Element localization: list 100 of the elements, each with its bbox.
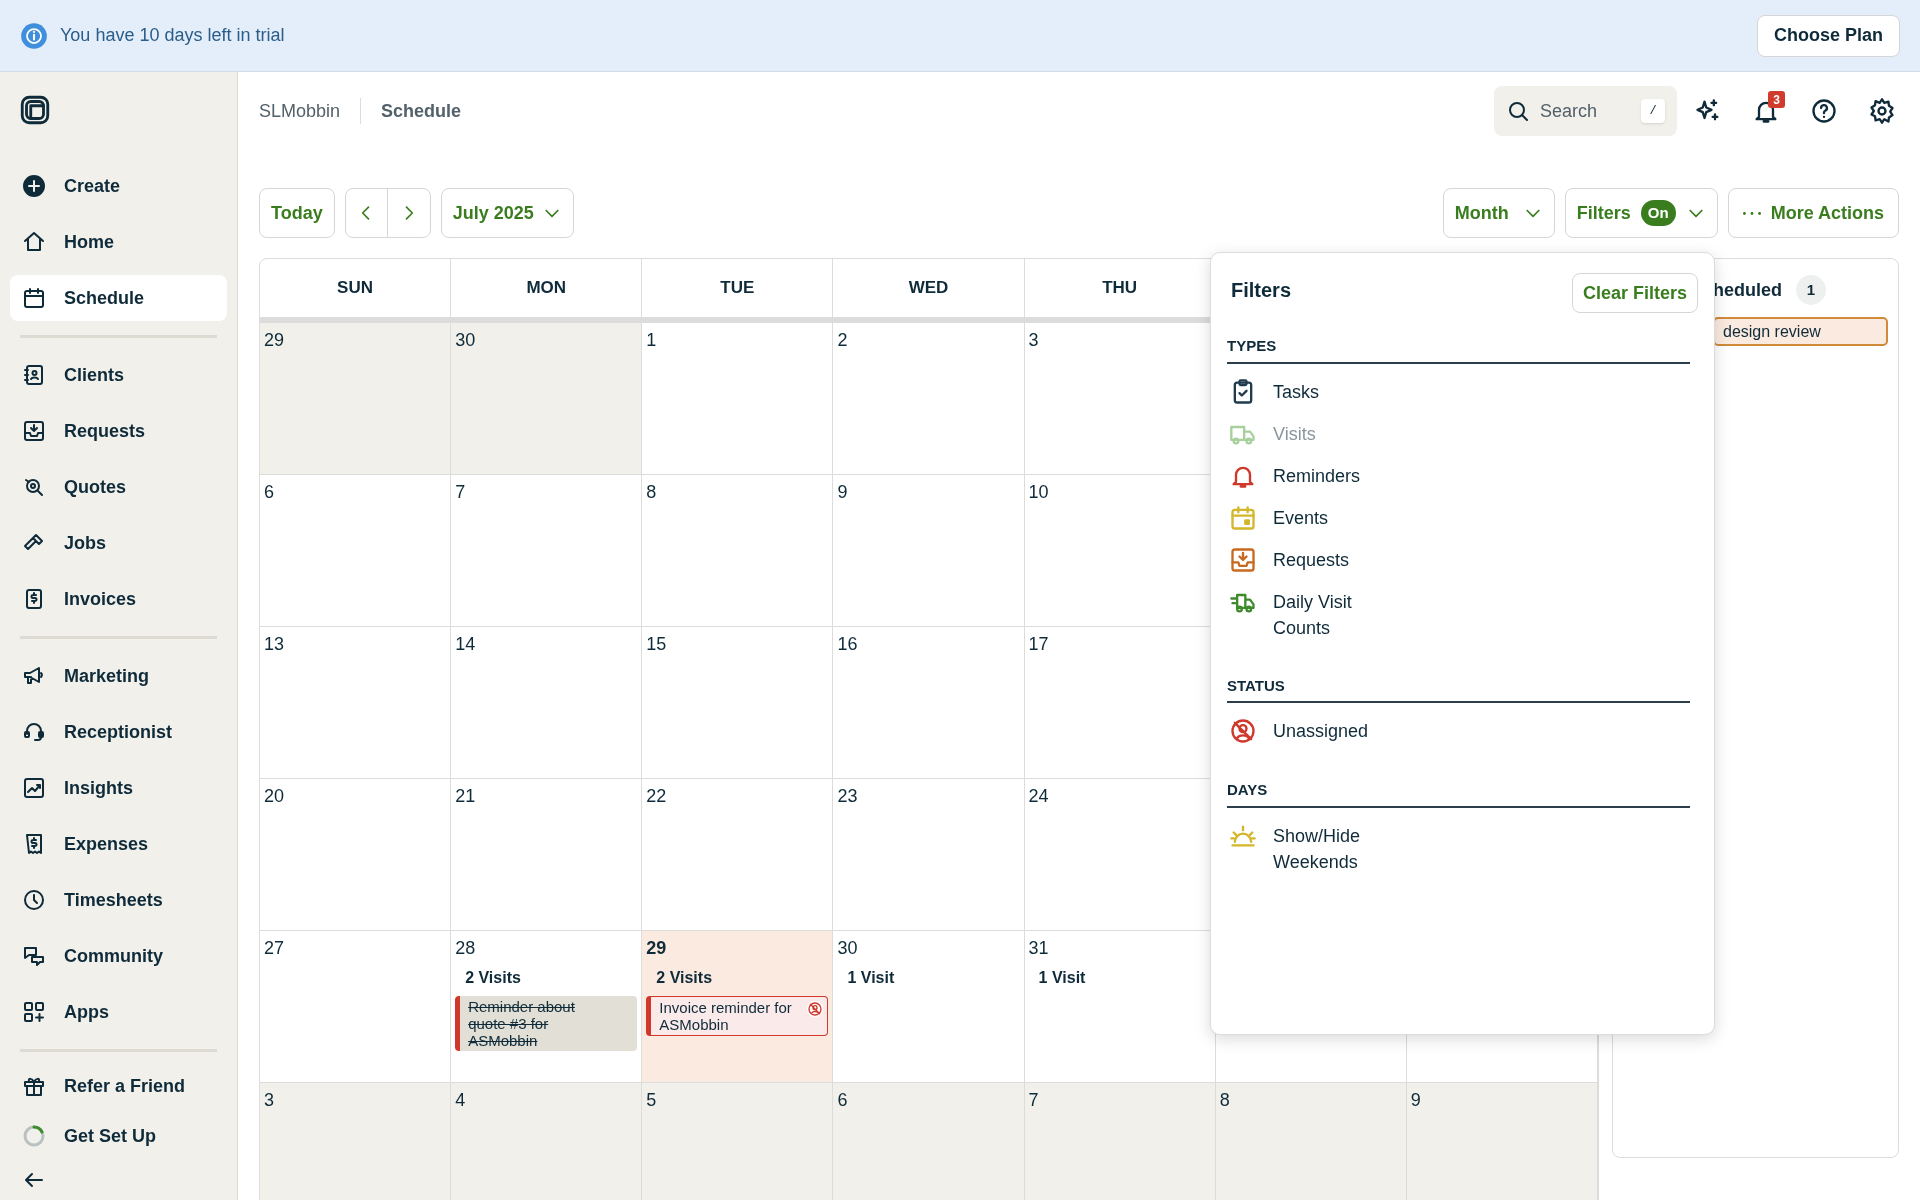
- day-cell[interactable]: 6: [833, 1083, 1025, 1200]
- info-icon: [20, 21, 48, 50]
- view-dropdown[interactable]: Month: [1442, 188, 1555, 238]
- clear-filters-button[interactable]: Clear Filters: [1571, 273, 1698, 313]
- shortcut-key: /: [1641, 99, 1665, 123]
- notification-badge: 3: [1768, 91, 1785, 108]
- sidebar-item[interactable]: Refer a Friend: [10, 1063, 227, 1109]
- sidebar-item[interactable]: Receptionist: [10, 709, 227, 755]
- day-number: 24: [1028, 785, 1050, 808]
- dots-icon: [1742, 210, 1761, 216]
- sidebar-item[interactable]: Home: [10, 219, 227, 265]
- logo-icon: [18, 93, 52, 127]
- day-number: 16: [837, 633, 859, 656]
- filters-on-badge: On: [1640, 200, 1676, 226]
- day-cell[interactable]: 4: [451, 1083, 643, 1200]
- sidebar-item[interactable]: Clients: [10, 352, 227, 398]
- notifications-button[interactable]: 3: [1749, 94, 1783, 128]
- unscheduled-item[interactable]: design review: [1713, 317, 1888, 346]
- calendar-icon: [22, 286, 46, 310]
- day-cell[interactable]: 8: [1215, 1083, 1407, 1200]
- day-number: 29: [264, 329, 286, 352]
- day-number: 1: [646, 329, 658, 352]
- day-number: 7: [455, 481, 467, 504]
- sidebar-item[interactable]: Requests: [10, 408, 227, 454]
- sidebar-item[interactable]: Apps: [10, 989, 227, 1035]
- day-number: 20: [264, 785, 286, 808]
- day-number: 8: [1219, 1089, 1231, 1112]
- day-cell[interactable]: 29: [260, 323, 452, 474]
- day-number: 6: [837, 1089, 849, 1112]
- day-number: 14: [455, 633, 477, 656]
- filter-option[interactable]: Show/Hide Weekends: [1227, 821, 1698, 875]
- weekday-heading: MON: [526, 277, 567, 300]
- visit-count[interactable]: 2 Visits: [465, 966, 638, 990]
- visit-count[interactable]: 2 Visits: [656, 966, 829, 990]
- day-number: 15: [646, 633, 668, 656]
- day-cell[interactable]: 7: [1024, 1083, 1216, 1200]
- day-number: 3: [264, 1089, 275, 1112]
- sidebar-item[interactable]: Schedule: [10, 275, 227, 321]
- sidebar-item[interactable]: Invoices: [10, 576, 227, 622]
- visit-count[interactable]: 1 Visit: [847, 966, 1020, 990]
- day-number: 27: [264, 937, 286, 960]
- day-number: 22: [646, 785, 668, 808]
- home-icon: [22, 230, 46, 254]
- visit-count[interactable]: 1 Visit: [1038, 966, 1211, 990]
- day-number: 29: [646, 937, 668, 960]
- filter-option[interactable]: Requests: [1227, 545, 1698, 574]
- day-number: 2: [837, 329, 849, 352]
- day-number: 6: [264, 481, 275, 504]
- day-number: 7: [1028, 1089, 1040, 1112]
- sidebar-item[interactable]: Get Set Up: [10, 1113, 227, 1159]
- sidebar-item[interactable]: Expenses: [10, 821, 227, 867]
- reminder-event[interactable]: Reminder about quote #3 for ASMobbin: [455, 996, 638, 1051]
- filter-option[interactable]: Daily Visit Counts: [1227, 587, 1698, 641]
- day-number: 9: [837, 481, 849, 504]
- day-number: 9: [1410, 1089, 1422, 1112]
- chat-icon: [22, 944, 46, 968]
- sidebar-item[interactable]: Jobs: [10, 520, 227, 566]
- sidebar-item[interactable]: Create: [10, 163, 227, 209]
- day-number: 3: [1028, 329, 1040, 352]
- today-button[interactable]: Today: [259, 188, 335, 238]
- day-cell[interactable]: 29 2 Visits Invoice reminder for ASMobbin: [642, 931, 834, 1082]
- day-number: 23: [837, 785, 859, 808]
- day-cell[interactable]: 3: [260, 1083, 452, 1200]
- day-number: 31: [1028, 937, 1050, 960]
- weekday-heading: TUE: [720, 277, 755, 300]
- search-icon: [1506, 99, 1530, 123]
- section-heading: STATUS: [1227, 674, 1690, 703]
- filter-option[interactable]: Tasks: [1227, 377, 1698, 406]
- weekday-heading: WED: [908, 277, 949, 300]
- sidebar-item[interactable]: Community: [10, 933, 227, 979]
- contact-card-icon: [22, 363, 46, 387]
- panel-title: heduled: [1713, 278, 1782, 302]
- day-cell[interactable]: 5: [642, 1083, 834, 1200]
- chart-icon: [22, 776, 46, 800]
- day-number: 21: [455, 785, 477, 808]
- sidebar-item[interactable]: Insights: [10, 765, 227, 811]
- day-cell[interactable]: 9: [1406, 1083, 1598, 1200]
- more-actions-button[interactable]: More Actions: [1727, 188, 1899, 238]
- help-icon: [1810, 97, 1838, 125]
- choose-plan-button[interactable]: Choose Plan: [1756, 14, 1900, 57]
- breadcrumb-link[interactable]: SLMobbin: [259, 97, 341, 125]
- clock-icon: [22, 888, 46, 912]
- trial-message: You have 10 days left in trial: [60, 24, 285, 47]
- day-number: 30: [455, 329, 477, 352]
- sidebar-item[interactable]: Quotes: [10, 464, 227, 510]
- sidebar-item[interactable]: Marketing: [10, 653, 227, 699]
- filters-dropdown[interactable]: Filters On: [1564, 188, 1718, 238]
- filter-option[interactable]: Events: [1227, 503, 1698, 532]
- sidebar-item[interactable]: Timesheets: [10, 877, 227, 923]
- month-picker[interactable]: July 2025: [440, 188, 574, 238]
- unassigned-icon: [807, 1001, 824, 1017]
- filter-option[interactable]: Reminders: [1227, 461, 1698, 490]
- reminder-event[interactable]: Invoice reminder for ASMobbin: [646, 996, 829, 1036]
- weekday-heading: THU: [1102, 277, 1138, 300]
- day-number: 5: [646, 1089, 658, 1112]
- day-number: 8: [646, 481, 658, 504]
- filter-option[interactable]: Unassigned: [1227, 717, 1698, 745]
- day-cell[interactable]: 30: [451, 323, 643, 474]
- day-number: 10: [1028, 481, 1050, 504]
- settings-icon: [1868, 97, 1896, 125]
